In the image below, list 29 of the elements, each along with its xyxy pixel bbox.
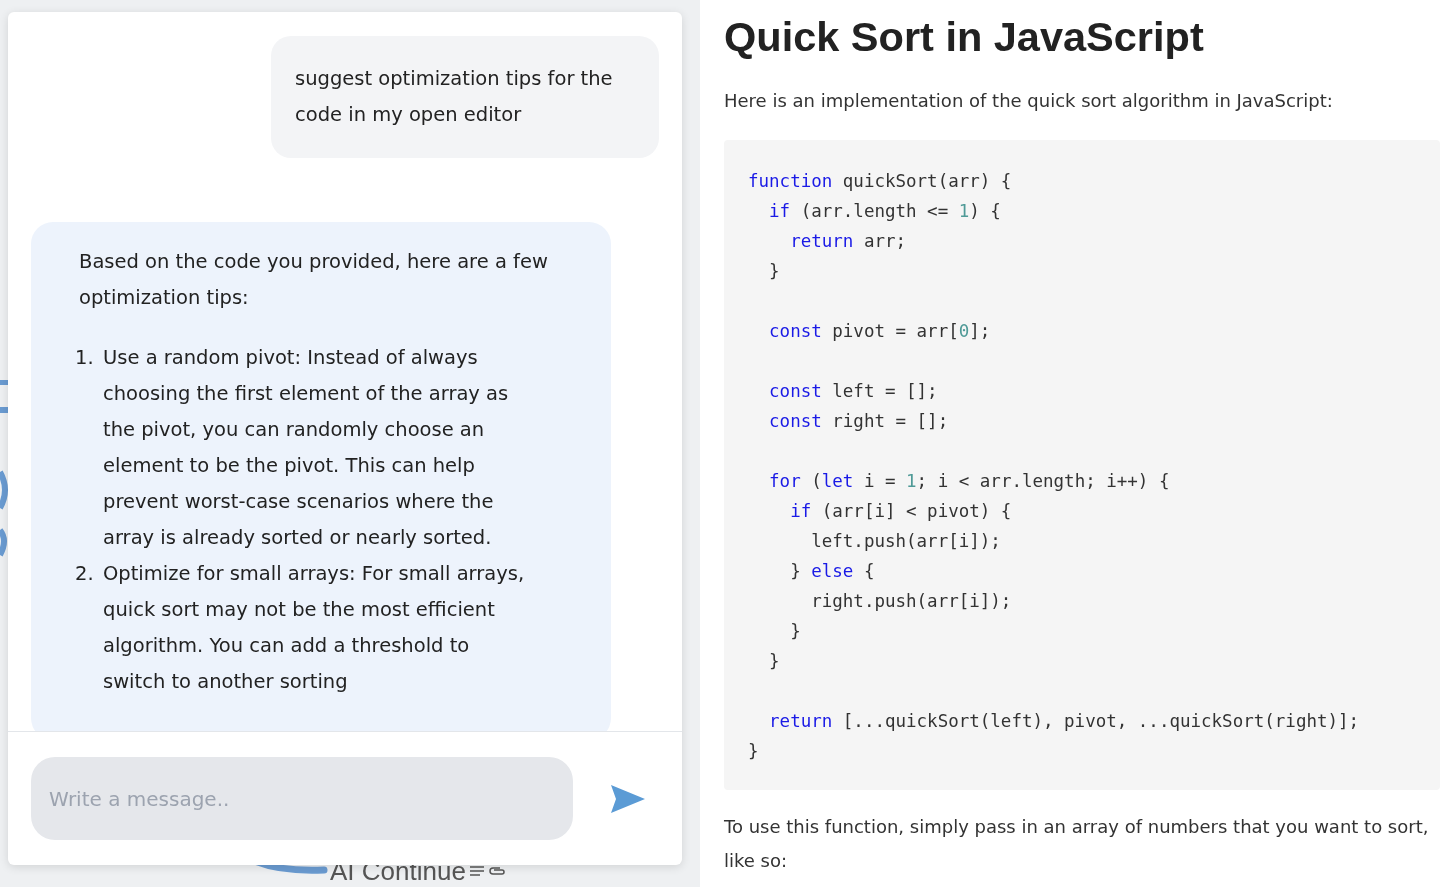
list-item-text: Use a random pivot: Instead of always choosing the first element of the array as the pivot, you can randomly choose an element to be the pivot. This can help prevent worst-case scenarios where the array is already sorted or nearly sorted. bbox=[103, 345, 510, 551]
message-input[interactable]: Write a message.. bbox=[31, 757, 573, 840]
message-text: Based on the code you provided, here are a few optimization tips: bbox=[79, 249, 549, 311]
code-line: function quickSort(arr) { bbox=[748, 170, 1013, 193]
code-line: } bbox=[789, 620, 802, 643]
code-line: const pivot = arr[0]; bbox=[768, 320, 992, 343]
paragraph: To use this function, simply pass in an array of numbers that you want to sort, like so: bbox=[724, 815, 1429, 873]
send-icon[interactable] bbox=[611, 784, 645, 813]
code-line: if (arr.length <= 1) { bbox=[768, 200, 1002, 223]
code-line: } bbox=[768, 260, 781, 283]
document-title: Quick Sort in JavaScript bbox=[724, 12, 1205, 62]
user-message: suggest optimization tips for the code in my open editor bbox=[271, 36, 659, 158]
code-line: const right = []; bbox=[768, 410, 950, 433]
code-line: } else { bbox=[789, 560, 876, 583]
list-item-text: Optimize for small arrays: For small arrays, quick sort may not be the most efficient algorithm. You can add a threshold to switch to another sorting bbox=[103, 561, 526, 695]
lines-icon bbox=[468, 864, 485, 878]
code-line: return arr; bbox=[789, 230, 908, 253]
list-number: 2. bbox=[75, 561, 95, 587]
list-number: 1. bbox=[75, 345, 95, 371]
paragraph: Here is an implementation of the quick sort algorithm in JavaScript: bbox=[724, 89, 1334, 113]
code-line: left.push(arr[i]); bbox=[810, 530, 1002, 553]
code-line: for (let i = 1; i < arr.length; i++) { bbox=[768, 470, 1171, 493]
code-line: const left = []; bbox=[768, 380, 939, 403]
code-line: } bbox=[748, 740, 760, 763]
code-line: return [...quickSort(left), pivot, ...quickSort(right)]; bbox=[768, 710, 1361, 733]
code-line: right.push(arr[i]); bbox=[810, 590, 1013, 613]
paperclip-icon bbox=[487, 864, 506, 878]
code-line: if (arr[i] < pivot) { bbox=[789, 500, 1013, 523]
code-line: } bbox=[768, 650, 781, 673]
